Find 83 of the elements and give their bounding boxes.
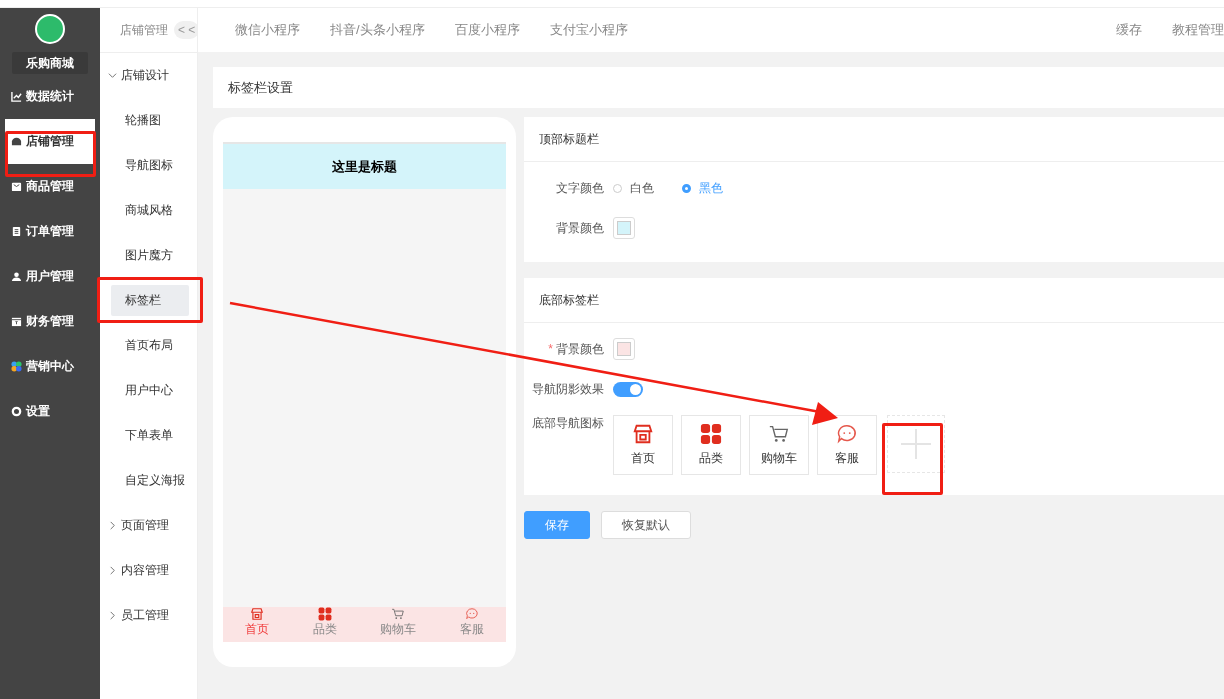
breadcrumb: 店铺管理 — [120, 21, 168, 39]
submenu-item[interactable]: 导航图标 — [111, 150, 187, 181]
menu-item[interactable]: 营销中心 — [5, 344, 95, 389]
platform-tab[interactable]: 百度小程序 — [454, 21, 520, 39]
grid-icon — [317, 607, 332, 621]
radio-option[interactable]: 白色 — [613, 179, 654, 197]
field-label: 背景颜色 — [556, 341, 604, 356]
nav-icon-tile[interactable]: 品类 — [681, 415, 741, 475]
group-label: 员工管理 — [121, 607, 169, 624]
action-button[interactable]: 恢复默认 — [601, 511, 691, 539]
grid-icon — [700, 423, 722, 445]
menu-label: 设置 — [26, 403, 50, 420]
menu-item[interactable]: 财务管理 — [5, 299, 95, 344]
color-picker[interactable] — [613, 217, 635, 239]
menu-group[interactable]: 内容管理 — [100, 548, 197, 593]
cart-icon — [768, 423, 790, 445]
field-label: 文字颜色 — [555, 179, 605, 197]
submenu-item[interactable]: 图片魔方 — [111, 240, 187, 271]
required-mark: * — [548, 341, 553, 356]
nav-icon-tile[interactable]: 客服 — [817, 415, 877, 475]
brand-name: 乐购商城 — [12, 52, 88, 74]
panel-title: 标签栏设置 — [213, 67, 1224, 108]
submenu-item[interactable]: 用户中心 — [111, 375, 187, 406]
clipboard-icon — [11, 226, 22, 237]
cart-icon — [391, 607, 406, 621]
chart-icon — [11, 91, 22, 102]
group-label: 店铺设计 — [121, 67, 169, 84]
menu-item[interactable]: 商品管理 — [5, 164, 95, 209]
chevron-icon — [108, 611, 117, 620]
annotation-frame — [882, 423, 943, 495]
preview-title: 这里是标题 — [223, 142, 506, 189]
user-icon — [11, 271, 22, 282]
toggle-switch[interactable] — [613, 381, 643, 397]
envelope-icon — [11, 181, 22, 192]
platform-tab[interactable]: 微信小程序 — [235, 21, 300, 39]
home-icon — [11, 136, 22, 147]
header-link[interactable]: 缓存 — [1116, 21, 1142, 39]
menu-item[interactable]: 用户管理 — [5, 254, 95, 299]
header-link[interactable]: 教程管理 — [1172, 21, 1224, 39]
menu-group[interactable]: 店铺设计 — [100, 53, 197, 98]
pinwheel-icon — [11, 361, 22, 372]
menu-group[interactable]: 员工管理 — [100, 593, 197, 638]
plus-icon — [900, 428, 932, 460]
platform-tab[interactable]: 支付宝小程序 — [549, 21, 628, 39]
menu-label: 营销中心 — [26, 358, 74, 375]
menu-label: 财务管理 — [26, 313, 74, 330]
submenu-item[interactable]: 标签栏 — [111, 285, 189, 316]
store-icon — [632, 423, 654, 445]
chat-bubble-icon — [465, 607, 480, 621]
menu-label: 用户管理 — [26, 268, 74, 285]
section-heading: 顶部标题栏 — [524, 117, 1224, 162]
logo-icon — [35, 14, 65, 44]
chevron-icon — [108, 521, 117, 530]
wallet-icon — [11, 316, 22, 327]
submenu-item[interactable]: 商城风格 — [111, 195, 187, 226]
submenu-item[interactable]: 首页布局 — [111, 330, 187, 361]
menu-label: 数据统计 — [26, 88, 74, 105]
menu-group[interactable]: 页面管理 — [100, 503, 197, 548]
group-label: 内容管理 — [121, 562, 169, 579]
submenu-item[interactable]: 轮播图 — [111, 105, 175, 136]
platform-tab[interactable]: 抖音/头条小程序 — [330, 21, 425, 39]
nav-icon-tile[interactable]: 首页 — [613, 415, 673, 475]
menu-item[interactable]: 数据统计 — [5, 74, 95, 119]
menu-item[interactable]: 订单管理 — [5, 209, 95, 254]
field-label: 背景颜色 — [555, 219, 605, 237]
field-label: 底部导航图标 — [531, 415, 605, 432]
section-heading: 底部标签栏 — [524, 278, 1224, 323]
menu-item[interactable]: 设置 — [5, 389, 95, 434]
menu-label: 商品管理 — [26, 178, 74, 195]
add-tile[interactable] — [887, 415, 945, 473]
submenu-item[interactable]: 自定义海报 — [111, 465, 199, 496]
store-icon — [249, 607, 264, 621]
color-picker[interactable] — [613, 338, 635, 360]
settings-icon — [11, 406, 22, 417]
menu-label: 店铺管理 — [26, 133, 74, 150]
chevron-icon — [108, 566, 117, 575]
field-label: 导航阴影效果 — [531, 380, 605, 398]
nav-icon-tile[interactable]: 购物车 — [749, 415, 809, 475]
group-label: 页面管理 — [121, 517, 169, 534]
menu-label: 订单管理 — [26, 223, 74, 240]
chevron-icon — [108, 71, 117, 80]
submenu-item[interactable]: 下单表单 — [111, 420, 187, 451]
chat-bubble-icon — [836, 423, 858, 445]
